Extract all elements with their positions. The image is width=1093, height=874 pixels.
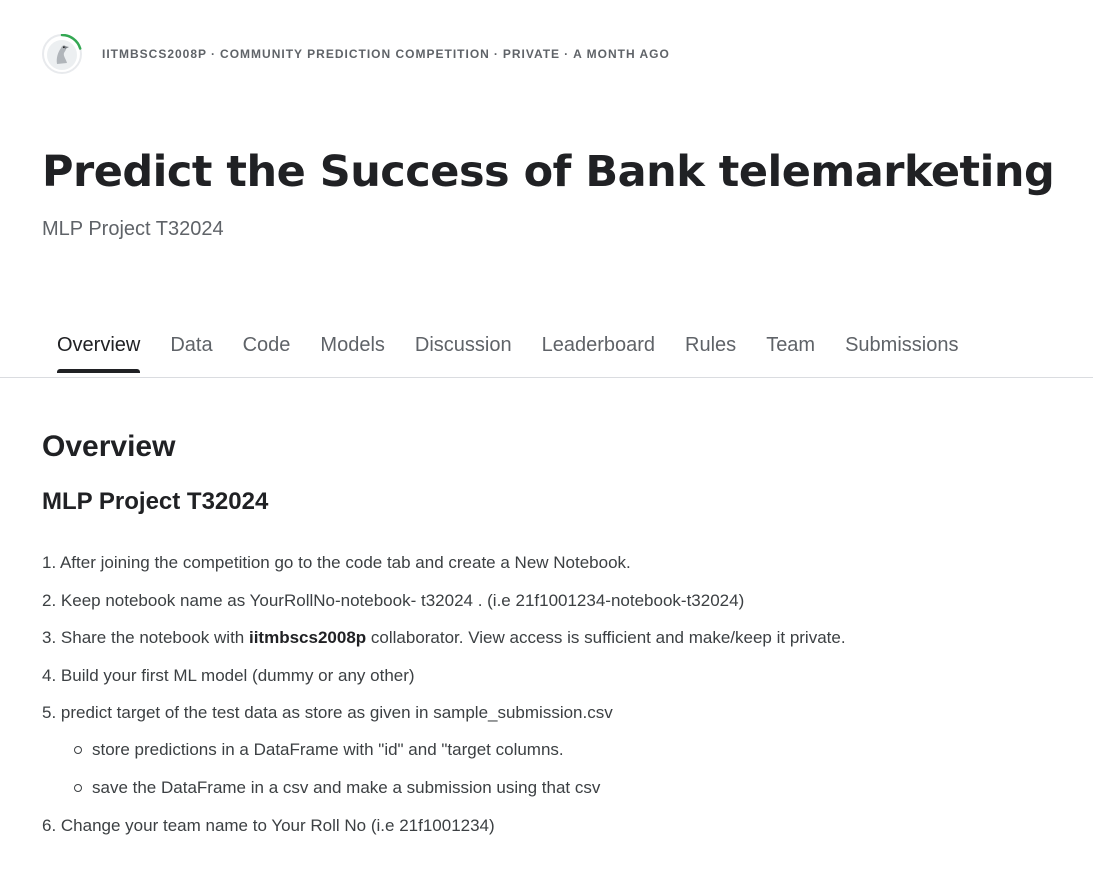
tab-rules[interactable]: Rules — [670, 322, 751, 373]
instruction-step-4: 4. Build your first ML model (dummy or a… — [42, 665, 415, 685]
tab-overview[interactable]: Overview — [42, 322, 155, 373]
sub-step-1: store predictions in a DataFrame with "i… — [72, 738, 846, 762]
project-heading: MLP Project T32024 — [42, 488, 269, 515]
page-title: Predict the Success of Bank telemarketin… — [42, 147, 1055, 197]
owner-link[interactable]: iitmbscs2008p — [102, 47, 207, 61]
instruction-step-1: 1. After joining the competition go to t… — [42, 553, 631, 572]
created-time: a month ago — [573, 47, 670, 61]
instruction-step-5: 5. predict target of the test data as st… — [42, 701, 846, 800]
sub-step-2: save the DataFrame in a csv and make a s… — [72, 776, 846, 800]
goose-avatar-icon[interactable] — [42, 34, 82, 74]
visibility-label: Private — [502, 47, 561, 61]
tab-submissions[interactable]: Submissions — [830, 322, 973, 373]
competition-page: iitmbscs2008p · Community Prediction Compe… — [0, 0, 1093, 874]
step-3-text-start: 3. Share the notebook with — [42, 628, 249, 648]
step-5-text: 5. predict target of the test data as st… — [42, 703, 613, 723]
collaborator-name: iitmbscs2008p — [248, 628, 367, 648]
tab-leaderboard[interactable]: Leaderboard — [527, 322, 670, 373]
tab-discussion[interactable]: Discussion — [400, 322, 527, 373]
meta-separator: · — [493, 47, 499, 61]
instruction-step-2: 2. Keep notebook name as YourRollNo-note… — [42, 590, 745, 610]
step-3-text-end: collaborator. View access is sufficient … — [366, 628, 846, 648]
tab-team[interactable]: Team — [751, 322, 830, 373]
meta-separator: · — [211, 47, 217, 61]
overview-heading: Overview — [42, 430, 176, 463]
meta-separator: · — [564, 47, 570, 61]
instruction-step-6: 6. Change your team name to Your Roll No… — [42, 815, 495, 835]
instructions-list: 1. After joining the competition go to t… — [42, 551, 846, 851]
tab-models[interactable]: Models — [305, 322, 399, 373]
step-5-sublist: store predictions in a DataFrame with "i… — [42, 738, 846, 800]
tabs-divider — [0, 377, 1093, 378]
competition-type: Community Prediction Competition — [220, 47, 490, 61]
tab-data[interactable]: Data — [155, 322, 227, 373]
competition-meta-text: iitmbscs2008p · Community Prediction Compe… — [102, 47, 670, 61]
page-subtitle: MLP Project T32024 — [42, 218, 224, 240]
instruction-step-3: 3. Share the notebook with iitmbscs2008p… — [42, 626, 846, 650]
tab-code[interactable]: Code — [228, 322, 306, 373]
competition-meta: iitmbscs2008p · Community Prediction Compe… — [42, 34, 670, 74]
competition-tabs: Overview Data Code Models Discussion Lea… — [42, 322, 973, 373]
